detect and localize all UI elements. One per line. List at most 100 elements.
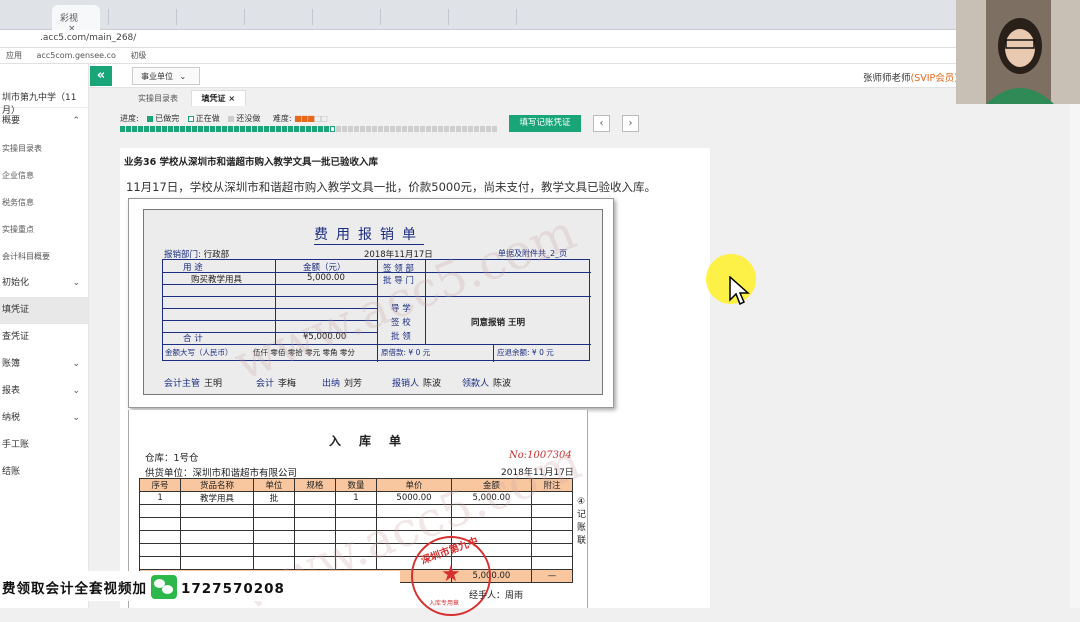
progress-cell[interactable] <box>294 126 299 132</box>
sidebar-item[interactable]: 企业信息 <box>0 162 88 189</box>
sidebar-item-label: 纳税 <box>2 413 21 423</box>
progress-cell[interactable] <box>372 126 377 132</box>
progress-cell[interactable] <box>432 126 437 132</box>
progress-cell[interactable] <box>168 126 173 132</box>
sidebar-item[interactable]: 账簿 ⌄ <box>0 351 88 378</box>
address-bar[interactable]: .acc5.com/main_268/ <box>0 30 1080 48</box>
progress-cell[interactable] <box>192 126 197 132</box>
progress-cell[interactable] <box>396 126 401 132</box>
sidebar-item[interactable]: 填凭证 <box>0 297 88 324</box>
browser-tab[interactable] <box>312 9 372 25</box>
browser-tab[interactable] <box>448 9 508 25</box>
sidebar-item[interactable]: 纳税 ⌄ <box>0 405 88 432</box>
browser-tab[interactable] <box>516 9 576 25</box>
progress-cell[interactable] <box>210 126 215 132</box>
progress-cell[interactable] <box>150 126 155 132</box>
progress-cell[interactable] <box>354 126 359 132</box>
progress-cell[interactable] <box>156 126 161 132</box>
progress-cell[interactable] <box>456 126 461 132</box>
tab-catalog[interactable]: 实操目录表 <box>128 91 188 106</box>
progress-cell[interactable] <box>480 126 485 132</box>
sidebar-item[interactable]: 会计科目概要 <box>0 243 88 270</box>
progress-cell[interactable] <box>318 126 323 132</box>
user-info[interactable]: 张师师老师(SVIP会员) <box>863 70 958 84</box>
sidebar-item[interactable]: 初始化 ⌄ <box>0 270 88 297</box>
progress-cell[interactable] <box>384 126 389 132</box>
sidebar-item[interactable]: 实操目录表 <box>0 135 88 162</box>
progress-cell[interactable] <box>402 126 407 132</box>
progress-cell[interactable] <box>462 126 467 132</box>
collapse-sidebar-button[interactable]: « <box>90 66 112 86</box>
progress-cell[interactable] <box>180 126 185 132</box>
sidebar-item[interactable]: 查凭证 <box>0 324 88 351</box>
browser-tab[interactable] <box>176 9 236 25</box>
progress-cell[interactable] <box>138 126 143 132</box>
browser-tab[interactable] <box>380 9 440 25</box>
progress-cell[interactable] <box>426 126 431 132</box>
bookmark-chuji[interactable]: 初级 <box>130 51 146 60</box>
bookmark-apps[interactable]: 应用 <box>6 51 22 60</box>
progress-cell[interactable] <box>162 126 167 132</box>
progress-cell[interactable] <box>366 126 371 132</box>
progress-cell[interactable] <box>348 126 353 132</box>
progress-cell[interactable] <box>144 126 149 132</box>
progress-cell[interactable] <box>204 126 209 132</box>
progress-cell[interactable] <box>336 126 341 132</box>
prev-button[interactable]: ‹ <box>593 115 610 132</box>
fill-voucher-button[interactable]: 填写记账凭证 <box>509 115 581 132</box>
sidebar-item[interactable]: 概要 ⌃ <box>0 108 88 135</box>
sidebar-item[interactable]: 税务信息 <box>0 189 88 216</box>
browser-tab-active[interactable]: 彩视 × <box>52 5 100 34</box>
tab-fill-voucher[interactable]: 填凭证 × <box>190 90 247 106</box>
progress-cell[interactable] <box>438 126 443 132</box>
progress-cell[interactable] <box>468 126 473 132</box>
progress-cell[interactable] <box>444 126 449 132</box>
progress-cell[interactable] <box>240 126 245 132</box>
progress-cell[interactable] <box>450 126 455 132</box>
browser-tab[interactable] <box>108 9 168 25</box>
progress-cell[interactable] <box>420 126 425 132</box>
progress-cell[interactable] <box>492 126 497 132</box>
sidebar-item[interactable]: 实操重点 <box>0 216 88 243</box>
progress-cell[interactable] <box>360 126 365 132</box>
progress-cell[interactable] <box>414 126 419 132</box>
progress-cell[interactable] <box>330 126 335 132</box>
progress-cell[interactable] <box>186 126 191 132</box>
progress-cell[interactable] <box>264 126 269 132</box>
progress-cell[interactable] <box>258 126 263 132</box>
progress-cell[interactable] <box>246 126 251 132</box>
progress-cell[interactable] <box>270 126 275 132</box>
bookmark-gensee[interactable]: acc5com.gensee.co <box>37 51 116 60</box>
progress-cell[interactable] <box>342 126 347 132</box>
next-button[interactable]: › <box>622 115 639 132</box>
progress-cell[interactable] <box>486 126 491 132</box>
progress-cell[interactable] <box>174 126 179 132</box>
sidebar-item[interactable]: 结账 <box>0 459 88 486</box>
progress-cell[interactable] <box>234 126 239 132</box>
progress-cell[interactable] <box>324 126 329 132</box>
close-icon[interactable]: × <box>228 94 235 103</box>
progress-cell[interactable] <box>276 126 281 132</box>
progress-cell[interactable] <box>474 126 479 132</box>
progress-cell[interactable] <box>252 126 257 132</box>
progress-cell[interactable] <box>300 126 305 132</box>
progress-cell[interactable] <box>306 126 311 132</box>
progress-cell[interactable] <box>312 126 317 132</box>
progress-cell[interactable] <box>378 126 383 132</box>
progress-cell[interactable] <box>222 126 227 132</box>
progress-cell[interactable] <box>288 126 293 132</box>
progress-cell[interactable] <box>126 126 131 132</box>
sidebar-item[interactable]: 报表 ⌄ <box>0 378 88 405</box>
department-select[interactable]: 事业单位 ⌄ <box>132 67 200 85</box>
progress-cell[interactable] <box>282 126 287 132</box>
progress-cell[interactable] <box>132 126 137 132</box>
scrollbar[interactable] <box>1070 64 1080 608</box>
progress-cell[interactable] <box>120 126 125 132</box>
progress-cell[interactable] <box>390 126 395 132</box>
browser-tab[interactable] <box>244 9 304 25</box>
progress-cell[interactable] <box>198 126 203 132</box>
progress-cell[interactable] <box>408 126 413 132</box>
progress-cell[interactable] <box>216 126 221 132</box>
progress-cell[interactable] <box>228 126 233 132</box>
sidebar-item[interactable]: 手工账 <box>0 432 88 459</box>
